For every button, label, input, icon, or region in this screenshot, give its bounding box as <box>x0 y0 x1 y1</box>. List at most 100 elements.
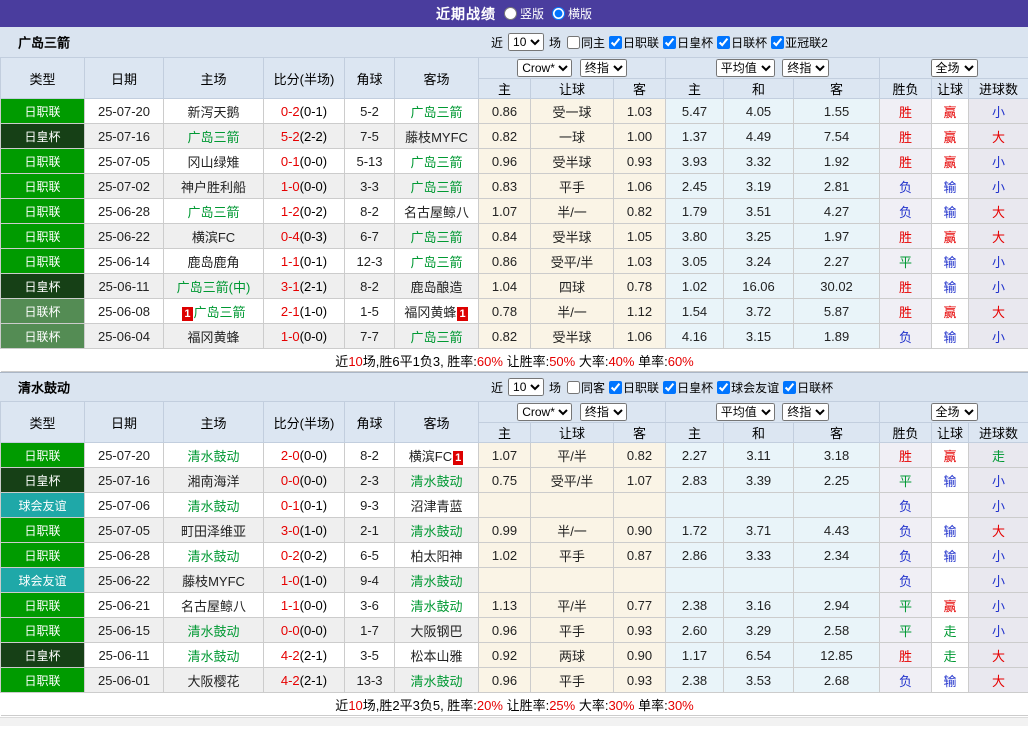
score-cell[interactable]: 5-2(2-2) <box>263 123 345 149</box>
average-time-select[interactable]: 终指 <box>782 59 830 77</box>
score-cell[interactable]: 4-2(2-1) <box>263 642 345 668</box>
league-checkbox-input[interactable] <box>663 380 677 394</box>
away-team-link[interactable]: 沼津青蓝 <box>394 492 479 518</box>
home-team-link[interactable]: 冈山绿雉 <box>163 148 264 174</box>
layout-radio-horizontal-input[interactable] <box>552 7 565 20</box>
home-team-link[interactable]: 鹿岛鹿角 <box>163 248 264 274</box>
home-team-link[interactable]: 清水鼓动 <box>163 542 264 568</box>
same-venue-checkbox[interactable]: 同客 <box>564 379 605 396</box>
away-team-link[interactable]: 广岛三箭 <box>394 173 479 199</box>
home-team-link[interactable]: 清水鼓动 <box>163 617 264 643</box>
away-team-link[interactable]: 清水鼓动 <box>394 592 479 618</box>
score-cell[interactable]: 0-4(0-3) <box>263 223 345 249</box>
home-team-link[interactable]: 湘南海洋 <box>163 467 264 493</box>
home-team-link[interactable]: 名古屋鲸八 <box>163 592 264 618</box>
away-team-link[interactable]: 鹿岛酿造 <box>394 273 479 299</box>
league-checkbox-input[interactable] <box>717 35 731 49</box>
home-team-link[interactable]: 1 广岛三箭 <box>163 298 264 324</box>
league-checkbox-input[interactable] <box>609 35 623 49</box>
away-team-link[interactable]: 广岛三箭 <box>394 148 479 174</box>
away-team-link[interactable]: 清水鼓动 <box>394 667 479 693</box>
score-cell[interactable]: 2-0(0-0) <box>263 442 345 468</box>
away-team-link[interactable]: 广岛三箭 <box>394 98 479 124</box>
league-checkbox-input[interactable] <box>771 35 785 49</box>
score-cell[interactable]: 1-0(1-0) <box>263 567 345 593</box>
odds-time-select[interactable]: 终指 <box>579 403 627 421</box>
score-cell[interactable]: 2-1(1-0) <box>263 298 345 324</box>
league-checkbox[interactable]: 日皇杯 <box>660 34 713 51</box>
layout-radio-horizontal[interactable]: 横版 <box>552 5 592 22</box>
home-team-link[interactable]: 横滨FC <box>163 223 264 249</box>
score-cell[interactable]: 0-2(0-2) <box>263 542 345 568</box>
score-cell[interactable]: 0-0(0-0) <box>263 617 345 643</box>
score-cell[interactable]: 4-2(2-1) <box>263 667 345 693</box>
away-team-link[interactable]: 清水鼓动 <box>394 467 479 493</box>
date-cell: 25-06-04 <box>84 323 164 349</box>
home-team-link[interactable]: 广岛三箭(中) <box>163 273 264 299</box>
result-goals-cell: 小 <box>968 323 1028 349</box>
recent-count-select[interactable]: 10 <box>508 33 545 51</box>
league-checkbox[interactable]: 日联杯 <box>714 34 767 51</box>
league-checkbox[interactable]: 日联杯 <box>780 379 833 396</box>
same-venue-checkbox[interactable]: 同主 <box>564 34 605 51</box>
home-team-link[interactable]: 福冈黄蜂 <box>163 323 264 349</box>
score-cell[interactable]: 1-1(0-0) <box>263 592 345 618</box>
away-team-link[interactable]: 福冈黄蜂 1 <box>394 298 479 324</box>
home-team-link[interactable]: 清水鼓动 <box>163 642 264 668</box>
home-team-link[interactable]: 清水鼓动 <box>163 442 264 468</box>
league-checkbox-input[interactable] <box>717 380 731 394</box>
odds-source-select[interactable]: Crow* <box>517 403 573 421</box>
score-cell[interactable]: 0-1(0-0) <box>263 148 345 174</box>
away-team-link[interactable]: 柏太阳神 <box>394 542 479 568</box>
away-team-link[interactable]: 横滨FC 1 <box>394 442 479 468</box>
score-cell[interactable]: 3-1(2-1) <box>263 273 345 299</box>
league-checkbox[interactable]: 日职联 <box>606 34 659 51</box>
score-cell[interactable]: 0-0(0-0) <box>263 467 345 493</box>
score-cell[interactable]: 3-0(1-0) <box>263 517 345 543</box>
home-team-link[interactable]: 新泻天鹅 <box>163 98 264 124</box>
league-checkbox[interactable]: 球会友谊 <box>714 379 779 396</box>
layout-radio-vertical[interactable]: 竖版 <box>503 5 544 22</box>
home-team-link[interactable]: 町田泽维亚 <box>163 517 264 543</box>
score-cell[interactable]: 1-0(0-0) <box>263 323 345 349</box>
score-cell[interactable]: 1-0(0-0) <box>263 173 345 199</box>
away-team-link[interactable]: 松本山雅 <box>394 642 479 668</box>
horizontal-scrollbar[interactable] <box>0 717 1028 726</box>
average-time-select[interactable]: 终指 <box>782 403 830 421</box>
league-checkbox[interactable]: 日皇杯 <box>660 379 713 396</box>
score-cell[interactable]: 0-1(0-1) <box>263 492 345 518</box>
average-select[interactable]: 平均值 <box>715 403 775 421</box>
home-team-link[interactable]: 神户胜利船 <box>163 173 264 199</box>
home-team-link[interactable]: 藤枝MYFC <box>163 567 264 593</box>
home-team-link[interactable]: 大阪樱花 <box>163 667 264 693</box>
home-team-link[interactable]: 广岛三箭 <box>163 123 264 149</box>
scope-select[interactable]: 全场 <box>930 59 978 77</box>
score-cell[interactable]: 1-2(0-2) <box>263 198 345 224</box>
scope-select[interactable]: 全场 <box>930 403 978 421</box>
away-team-link[interactable]: 名古屋鲸八 <box>394 198 479 224</box>
odds-home-cell: 0.75 <box>478 467 531 493</box>
same-venue-checkbox-input[interactable] <box>567 35 581 49</box>
league-checkbox-input[interactable] <box>609 380 623 394</box>
home-team-link[interactable]: 清水鼓动 <box>163 492 264 518</box>
home-team-link[interactable]: 广岛三箭 <box>163 198 264 224</box>
away-team-link[interactable]: 藤枝MYFC <box>394 123 479 149</box>
away-team-link[interactable]: 大阪钢巴 <box>394 617 479 643</box>
score-cell[interactable]: 0-2(0-1) <box>263 98 345 124</box>
average-select[interactable]: 平均值 <box>715 59 775 77</box>
league-checkbox-input[interactable] <box>783 380 797 394</box>
layout-radio-vertical-input[interactable] <box>503 7 517 20</box>
away-team-link[interactable]: 广岛三箭 <box>394 223 479 249</box>
odds-time-select[interactable]: 终指 <box>579 59 627 77</box>
away-team-link[interactable]: 清水鼓动 <box>394 517 479 543</box>
away-team-link[interactable]: 广岛三箭 <box>394 248 479 274</box>
recent-count-select[interactable]: 10 <box>508 378 545 396</box>
away-team-link[interactable]: 清水鼓动 <box>394 567 479 593</box>
league-checkbox-input[interactable] <box>663 35 677 49</box>
score-cell[interactable]: 1-1(0-1) <box>263 248 345 274</box>
league-checkbox[interactable]: 日职联 <box>606 379 659 396</box>
away-team-link[interactable]: 广岛三箭 <box>394 323 479 349</box>
same-venue-checkbox-input[interactable] <box>567 380 581 394</box>
league-checkbox[interactable]: 亚冠联2 <box>768 34 828 51</box>
odds-source-select[interactable]: Crow* <box>517 59 573 77</box>
